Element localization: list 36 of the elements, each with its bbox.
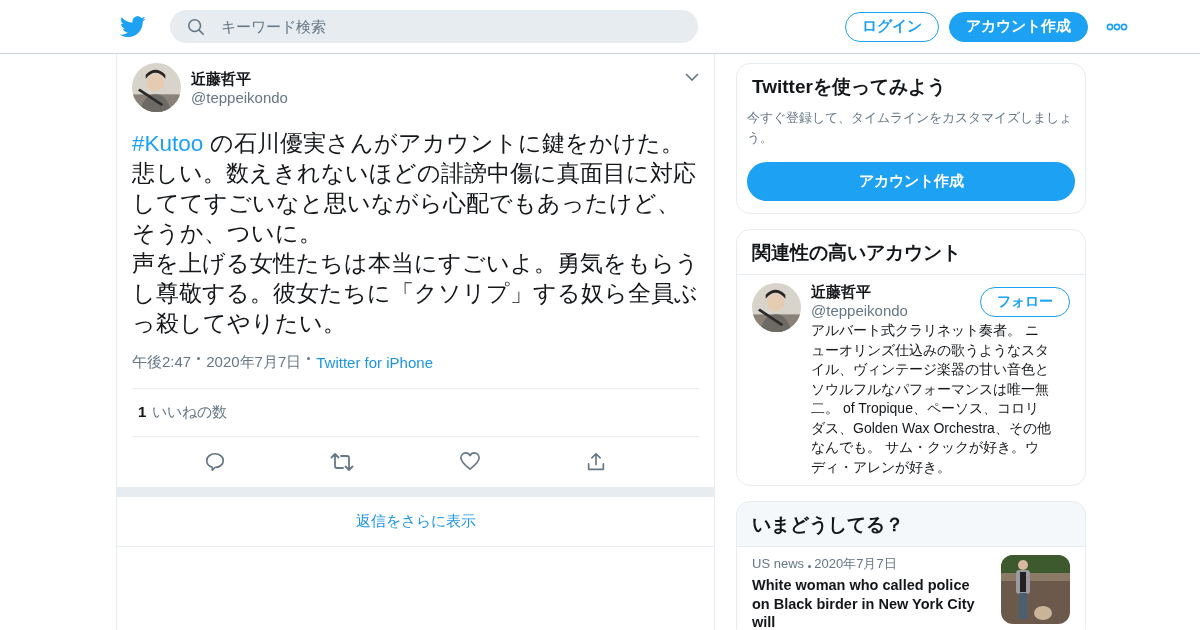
- trend-category: US news: [752, 556, 805, 571]
- trend-headline[interactable]: White woman who called police on Black birder in New York City will: [752, 576, 991, 630]
- trend-date: 2020年7月7日: [814, 556, 897, 571]
- tweet-text: 声を上げる女性たちは本当にすごいよ。勇気をもらうし尊敬する。彼女たちに「クソリプ」する奴ら全員ぶっ殺してやりたい。: [132, 250, 700, 338]
- search-icon: [187, 18, 205, 36]
- tweet-time: 午後2:47: [132, 353, 192, 372]
- more-icon[interactable]: [1106, 22, 1128, 31]
- card-text: 今すぐ登録して、タイムラインをカスタマイズしましょう。: [747, 109, 1073, 147]
- login-button[interactable]: ログイン: [845, 11, 939, 42]
- tweet-date: 2020年7月7日: [206, 353, 302, 372]
- retweet-icon[interactable]: [330, 451, 355, 473]
- account-bio: アルバート式クラリネット奏者。 ニューオリンズ仕込みの歌うようなスタイル、ヴィンテージ楽器の甘い音色とソウルフルなパフォーマンスは唯一無二。 of Tropique、ペーソス、コロリダス、Golden Wax Orchestra、その他なんでも。 サム・クックが好き。ウディ・アレンが好き。: [811, 321, 1051, 477]
- more-replies-link[interactable]: 返信をさらに表示: [117, 497, 714, 547]
- signup-button[interactable]: アカウント作成: [949, 11, 1088, 42]
- like-count: 1: [138, 403, 147, 422]
- card-title: Twitterを使ってみよう: [751, 75, 947, 99]
- hashtag-link[interactable]: #Kutoo: [132, 131, 204, 156]
- author-handle[interactable]: @teppeikondo: [191, 88, 675, 106]
- separator-dot-icon: [197, 357, 201, 360]
- like-label[interactable]: いいねの数: [152, 403, 228, 422]
- author-name[interactable]: 近藤哲平: [191, 69, 675, 89]
- search-field[interactable]: キーワード検索: [170, 10, 698, 43]
- tweet-text: #Kutoo の石川優実さんがアカウントに鍵をかけた。悲しい。数えきれないほどの誹謗中傷に真面目に対応しててすごいなと思いながら心配でもあったけど、そうか、ついに。: [132, 130, 697, 248]
- separator-dot-icon: [307, 357, 311, 360]
- source-link[interactable]: Twitter for iPhone: [316, 354, 433, 371]
- reply-icon[interactable]: [204, 451, 227, 473]
- account-name[interactable]: 近藤哲平: [811, 283, 980, 302]
- heart-icon[interactable]: [458, 451, 481, 471]
- account-handle[interactable]: @teppeikondo: [811, 302, 980, 319]
- card-title: いまどうしてる？: [751, 513, 905, 537]
- card-title: 関連性の高いアカウント: [737, 230, 1085, 275]
- caret-icon[interactable]: [685, 73, 699, 81]
- follow-button[interactable]: フォロー: [980, 287, 1070, 317]
- signup-button[interactable]: アカウント作成: [747, 162, 1075, 201]
- separator-dot-icon: [807, 565, 811, 568]
- bird-logo[interactable]: [120, 15, 146, 38]
